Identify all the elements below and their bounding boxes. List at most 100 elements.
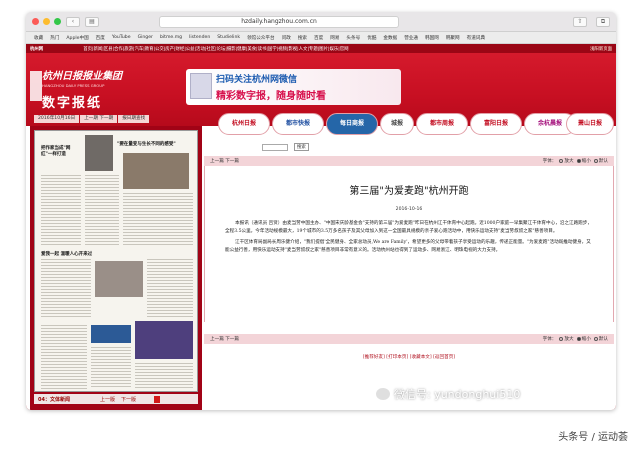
bookmark-item[interactable]: 金数据 [383,35,397,41]
search-button[interactable]: 搜索 [294,143,309,151]
paper-nav-links[interactable]: 报纸检索|报纸导航|标题导航 [339,144,397,150]
tab-dushi-zhoubao[interactable]: 都市周报 [416,113,468,135]
brand-name-cn: 杭州日报报业集团 [42,71,122,82]
font-large-option[interactable]: 放大 [559,336,574,342]
top-nav-right-link[interactable]: 浅阳新页面 [590,46,616,52]
back-arrow-icon[interactable]: ‹ [66,16,80,27]
paper-text-block [123,193,193,245]
article-paragraph: 江干区体育局副局长周乐健介绍，"我们提倡'全民健身、全家总动员,We are F… [225,240,591,253]
radio-icon [576,336,581,341]
paper-photo [123,153,189,189]
bookmark-item[interactable]: YouTube [112,35,131,40]
pdf-icon[interactable] [154,395,160,403]
paper-text-block [147,259,193,319]
article-bottom-prev-next[interactable]: 上一篇 下一篇 [210,336,239,342]
font-default-option[interactable]: 默认 [593,158,608,164]
top-nav-links[interactable]: 首页|新闻|区县|合作|旅游|汽车|教育|公交|房产|财经|公益|活动|社区|论… [83,46,590,52]
paper-page-bar: 04：文体新闻 上一版 下一版 [34,394,198,404]
bookmark-item[interactable]: bitme.mg [160,35,182,40]
font-size-control-bottom: 字体： 放大 缩小 默认 [543,336,608,342]
sidebar-icon[interactable]: ▤ [85,16,99,27]
tabs-icon[interactable]: ⧉ [596,16,610,27]
address-bar[interactable]: hzdaily.hangzhou.com.cn [159,15,399,28]
share-icon[interactable]: ⇧ [573,16,587,27]
font-default-option[interactable]: 默认 [593,336,608,342]
bookmark-item[interactable]: 头条号 [346,35,360,41]
paper-text-block [91,347,131,389]
bookmark-item[interactable]: listenden [189,35,210,40]
tab-hangzhou-daily[interactable]: 杭州日报 [218,113,270,135]
bookmark-item[interactable]: Studielink [217,35,240,40]
bookmark-item[interactable]: 营业通 [404,35,418,41]
article-title: 第三届"为爱麦跑"杭州开跑 [349,186,469,197]
bookmark-item[interactable]: 百度 [314,35,323,41]
paper-page-preview: 把作家当成"网红"一样打造 "要在量变与生长不同的感受" 爱我一起 温暖人心开来… [30,126,202,410]
tab-metro[interactable]: 城报 [380,113,414,135]
tab-meiri-shangbao[interactable]: 每日商报 [326,113,378,135]
bookmark-item[interactable]: Apple中国 [66,35,88,41]
font-size-control: 字体： 放大 缩小 默认 [543,158,608,164]
qr-code-icon [190,73,212,99]
browser-window: ‹ ▤ hzdaily.hangzhou.com.cn ⇧ ⧉ 收藏 热门 Ap… [26,12,616,410]
radio-icon [576,158,581,163]
wechat-ad-banner[interactable]: 扫码关注杭州网微信 精彩数字报，随身随时看 [186,69,401,105]
paper-thumbnail[interactable]: 把作家当成"网红"一样打造 "要在量变与生长不同的感受" 爱我一起 温暖人心开来… [34,130,198,392]
bookmark-item[interactable]: 网易 [330,35,339,41]
wechat-logo-icon [376,388,390,400]
bookmarks-bar: 收藏 热门 Apple中国 百度 YouTube Ginger bitme.mg… [26,32,616,44]
close-window-button[interactable] [32,18,39,25]
brand-logo-icon [30,71,42,101]
paper-text-block [41,175,81,245]
article-top-nav: 上一篇 下一篇 字体： 放大 缩小 默认 [204,156,614,166]
article-bottom-nav: 上一篇 下一篇 字体： 放大 缩小 默认 [204,334,614,344]
bookmark-item[interactable]: 热门 [50,35,59,41]
search-row: 搜索 高级搜索 报纸检索|报纸导航|标题导航 [262,143,397,151]
tab-dushi-kuaibao[interactable]: 都市快报 [272,113,324,135]
article-prev-next[interactable]: 上一篇 下一篇 [210,158,239,164]
radio-icon [559,336,564,341]
font-size-label: 字体： [542,337,557,342]
brand-name-en: HANGZHOU DAILY PRESS GROUP [42,83,105,88]
minimize-window-button[interactable] [43,18,50,25]
article-column: 杭州日报 都市快报 每日商报 城报 都市周报 富阳日报 余杭晨报 萧山日报 返回… [204,113,614,410]
site-top-nav: 杭州网 首页|新闻|区县|合作|旅游|汽车|教育|公交|房产|财经|公益|活动|… [26,44,616,53]
article-panel: 上一篇 下一篇 字体： 放大 缩小 默认 第三届"为爱麦跑"杭州开跑 2016-… [204,156,614,410]
article-actions[interactable]: [推荐好友] [打印本页] [收藏本文] [返回首页] [204,354,614,360]
font-small-option[interactable]: 缩小 [576,336,591,342]
bookmark-item[interactable]: 领馆公众平台 [247,35,275,41]
bookmark-item[interactable]: 韩聚网 [446,35,460,41]
paper-headline[interactable]: 爱我一起 温暖人心开来过 [41,251,191,257]
paper-photo [95,261,143,297]
next-page-link[interactable]: 下一版 [121,396,136,403]
bookmark-item[interactable]: Ginger [138,35,153,40]
bookmark-item[interactable]: 韩国网 [425,35,439,41]
font-large-option[interactable]: 放大 [559,158,574,164]
bookmark-item[interactable]: 收藏 [34,35,43,41]
bookmark-item[interactable]: 百度 [96,35,105,41]
tab-xiaoshan-daily[interactable]: 萧山日报 [566,113,614,135]
tab-fuyang-daily[interactable]: 富阳日报 [470,113,522,135]
site-logo-small[interactable]: 杭州网 [30,46,43,52]
advanced-search-link[interactable]: 高级搜索 [315,144,333,150]
browser-titlebar: ‹ ▤ hzdaily.hangzhou.com.cn ⇧ ⧉ [26,12,616,32]
font-small-option[interactable]: 缩小 [576,158,591,164]
article-paragraph: 本报讯（通讯员 吕贤）由麦当劳中国主办、"中国宋庆龄基金会"支持的第三届"为爱麦… [225,221,592,234]
zoom-window-button[interactable] [54,18,61,25]
paper-text-block [85,175,119,245]
paper-photo [135,321,193,359]
paper-headline[interactable]: "要在量变与生长不同的感受" [117,141,193,147]
bookmark-item[interactable]: 优酷 [367,35,376,41]
newspaper-site: 杭州网 首页|新闻|区县|合作|旅游|汽车|教育|公交|房产|财经|公益|活动|… [26,44,616,410]
paper-photo [91,325,131,343]
paper-text-block [41,325,87,389]
bookmark-item[interactable]: 有道词典 [467,35,485,41]
bookmark-item[interactable]: 搜索 [298,35,307,41]
paper-text-block [41,259,91,319]
paper-photo [85,135,113,171]
back-home-link[interactable]: 返回首页 [590,141,608,147]
prev-page-link[interactable]: 上一版 [100,396,115,403]
paper-text-block [135,363,193,389]
bookmark-item[interactable]: 问政 [282,35,291,41]
paper-headline[interactable]: 把作家当成"网红"一样打造 [41,145,81,157]
search-input[interactable] [262,143,288,151]
